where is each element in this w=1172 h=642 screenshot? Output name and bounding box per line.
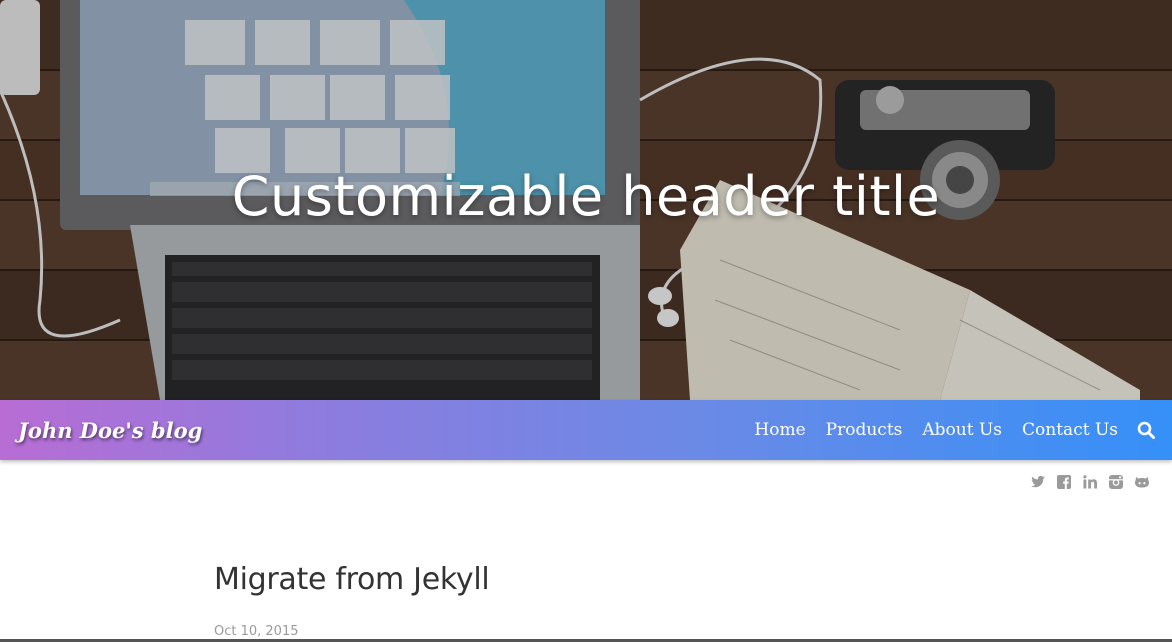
nav-link-products[interactable]: Products [826, 420, 903, 440]
github-icon[interactable] [1134, 474, 1150, 490]
social-links [1030, 474, 1150, 490]
post-title-link[interactable]: Migrate from Jekyll [214, 562, 490, 597]
linkedin-icon[interactable] [1082, 474, 1098, 490]
nav-link-contact-us[interactable]: Contact Us [1022, 420, 1118, 440]
hero-header: Customizable header title [0, 0, 1172, 400]
main-navbar: John Doe's blog Home Products About Us C… [0, 400, 1172, 460]
facebook-icon[interactable] [1056, 474, 1072, 490]
nav-link-about-us[interactable]: About Us [922, 420, 1002, 440]
post-date: Oct 10, 2015 [214, 624, 299, 639]
instagram-icon[interactable] [1108, 474, 1124, 490]
search-icon[interactable] [1136, 420, 1156, 440]
nav-links: Home Products About Us Contact Us [734, 420, 1156, 440]
nav-link-home[interactable]: Home [754, 420, 805, 440]
hero-title: Customizable header title [231, 165, 941, 228]
twitter-icon[interactable] [1030, 474, 1046, 490]
brand-link[interactable]: John Doe's blog [18, 418, 202, 443]
